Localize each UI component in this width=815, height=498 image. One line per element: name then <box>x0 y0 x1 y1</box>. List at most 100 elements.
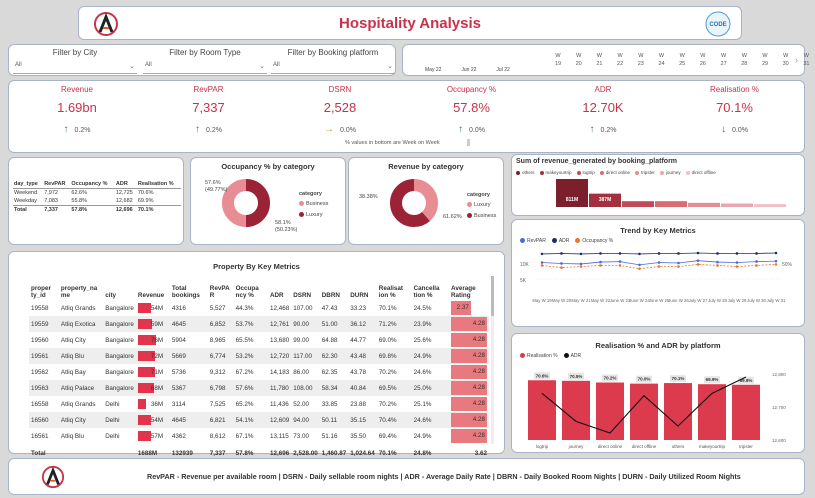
week-item[interactable]: W 22 <box>613 52 627 68</box>
table-row[interactable]: 19560 Atliq City Bangalore 76M 5904 8,965 65.5… <box>29 332 489 348</box>
week-prefix: W <box>783 53 789 59</box>
table-row[interactable]: 16561 Atliq Blu Delhi 57M 4362 8,612 67.1% 13,1… <box>29 428 489 444</box>
table-cell-revenue: 57M <box>136 428 170 444</box>
week-item[interactable]: W 20 <box>572 52 586 68</box>
table-cell-revenue: 54M <box>135 412 170 428</box>
table-header[interactable]: DBRN <box>320 274 349 300</box>
revenue-value: 54M <box>150 416 164 424</box>
property-table-title: Property By Key Metrics <box>213 262 300 271</box>
week-item[interactable]: W 25 <box>675 52 689 68</box>
legend-label: others <box>522 170 535 175</box>
table-cell-rating: 4.28 <box>449 332 489 348</box>
month-item[interactable]: Jul 22 <box>496 67 509 73</box>
table-header[interactable]: city <box>103 274 136 300</box>
kpi-value: 7,337 <box>192 100 225 115</box>
kpi-name: RevPAR <box>193 85 224 94</box>
revenue-value: 54M <box>150 304 164 312</box>
legend-swatch <box>635 170 640 175</box>
kpi-value: 70.1% <box>716 100 753 115</box>
series-point <box>716 252 719 255</box>
table-cell-occ: 44.3% <box>235 304 254 312</box>
room-type-filter-select[interactable]: All ⌄ <box>143 62 267 74</box>
series-point <box>618 260 622 263</box>
city-filter-select[interactable]: All ⌄ <box>13 62 137 74</box>
kpi-change-value: 0.0% <box>340 127 356 134</box>
table-row[interactable]: 16558 Atliq Grands Delhi 36M 3114 7,525 65.2% 1… <box>29 396 489 412</box>
series-point <box>774 251 778 255</box>
table-row[interactable]: 19559 Atliq Exotica Bangalore 59M 4645 6,852 5… <box>29 316 489 332</box>
week-number: 28 <box>741 61 748 67</box>
month-item[interactable]: May 22 <box>425 67 441 73</box>
kpi-value: 12.70K <box>582 100 624 115</box>
table-row[interactable]: 19561 Atliq Blu Bangalore 72M 5669 6,774 53.2%… <box>29 348 489 364</box>
trend-side-icon: → <box>324 124 335 135</box>
table-cell-cancel: 24.5% <box>413 304 432 312</box>
realisation-bar-5 <box>698 384 726 440</box>
table-header[interactable]: Revenue <box>136 274 170 300</box>
platform-filter-select[interactable]: All ⌄ <box>271 62 395 74</box>
table-header[interactable]: Occupa ncy % <box>234 274 268 300</box>
revenue-value: 36M <box>150 400 164 408</box>
table-row[interactable]: 16560 Atliq City Delhi 54M 4645 6,821 54.1% 12,… <box>29 412 489 428</box>
series-point <box>579 252 583 256</box>
platform-filter-value: All <box>273 62 280 68</box>
series-point <box>638 252 641 256</box>
table-cell-rating: 4.28 <box>449 380 489 396</box>
table-header[interactable]: proper ty_id <box>29 274 59 300</box>
table-cell-id: 16558 <box>31 400 49 408</box>
kpi-name: Revenue <box>60 85 94 94</box>
table-header[interactable]: DSRN <box>291 274 320 300</box>
table-row[interactable]: 19563 Atliq Palace Bangalore 68M 5367 6,798 57… <box>29 380 489 396</box>
table-cell-revpar: 6,774 <box>207 348 234 364</box>
week-item[interactable]: W 23 <box>634 52 648 68</box>
trend-card: Trend by Key Metrics RevPAR ADR Occupancy … <box>511 219 805 327</box>
city-filter-value: All <box>15 62 22 68</box>
table-cell-dsrn: 90.00 <box>291 316 320 332</box>
table-cell-rating: 4.28 <box>449 396 489 412</box>
month-item[interactable]: Jun 22 <box>461 67 476 73</box>
week-item[interactable]: W 29 <box>758 52 772 68</box>
table-cell-realis: 69.5% <box>376 380 412 396</box>
table-row[interactable]: 19562 Atliq Bay Bangalore 71M 5736 9,312 67.2%… <box>29 364 489 380</box>
table-header[interactable]: Realisat ion % <box>377 274 412 300</box>
table-cell-bookings: 4362 <box>171 432 186 440</box>
week-item[interactable]: W 31 <box>799 52 813 68</box>
revenue-by-platform-legend: others makeyourtrip logtrip direct online tr… <box>516 170 721 175</box>
week-item[interactable]: W 27 <box>717 52 731 68</box>
table-cell: 62.6% <box>71 190 88 196</box>
table-cell-revpar: 6,798 <box>207 380 234 396</box>
table-cell-realis: 69.4% <box>378 432 397 440</box>
week-item[interactable]: W 19 <box>551 52 565 68</box>
table-cell-occ: 54.1% <box>233 412 268 428</box>
table-header[interactable]: Cancella tion % <box>412 274 449 300</box>
table-header[interactable]: Total bookings <box>170 274 208 300</box>
week-item[interactable]: W 24 <box>655 52 669 68</box>
week-item[interactable]: W 26 <box>696 52 710 68</box>
realisation-bar-4 <box>664 383 692 440</box>
table-header[interactable]: property_na me <box>59 274 103 300</box>
table-header[interactable]: RevPA R <box>208 274 234 300</box>
table-header[interactable]: Average Rating <box>449 274 489 300</box>
table-cell-cancel: 25.0% <box>411 380 449 396</box>
legend-swatch <box>563 353 569 359</box>
realisation-label: 69.9% <box>706 377 719 382</box>
occupancy-donut-chart <box>222 179 270 227</box>
chevron-right-icon[interactable]: › <box>795 55 798 65</box>
week-prefix: W <box>700 53 706 59</box>
week-item[interactable]: W 21 <box>592 52 606 68</box>
table-cell-adr: 11,436 <box>269 400 289 408</box>
table-scrollbar[interactable] <box>491 276 494 444</box>
week-item[interactable]: W 28 <box>737 52 751 68</box>
week-item[interactable]: W 30 <box>779 52 793 68</box>
table-cell-realis: 69.8% <box>376 348 412 364</box>
legend-item: tripster <box>635 170 655 175</box>
table-cell-cancel: 24.6% <box>413 368 432 376</box>
table-cell-revenue: 68M <box>135 380 170 396</box>
series-point <box>677 265 680 268</box>
table-header[interactable]: ADR <box>268 274 291 300</box>
table-cell-adr: 12,720 <box>267 348 292 364</box>
x-tick-label: logtrip <box>536 444 549 449</box>
table-row[interactable]: 19558 Atliq Grands Bangalore 54M 4316 5,527 44… <box>29 300 489 316</box>
table-cell-rating: 4.28 <box>449 364 489 380</box>
table-header[interactable]: DURN <box>348 274 377 300</box>
